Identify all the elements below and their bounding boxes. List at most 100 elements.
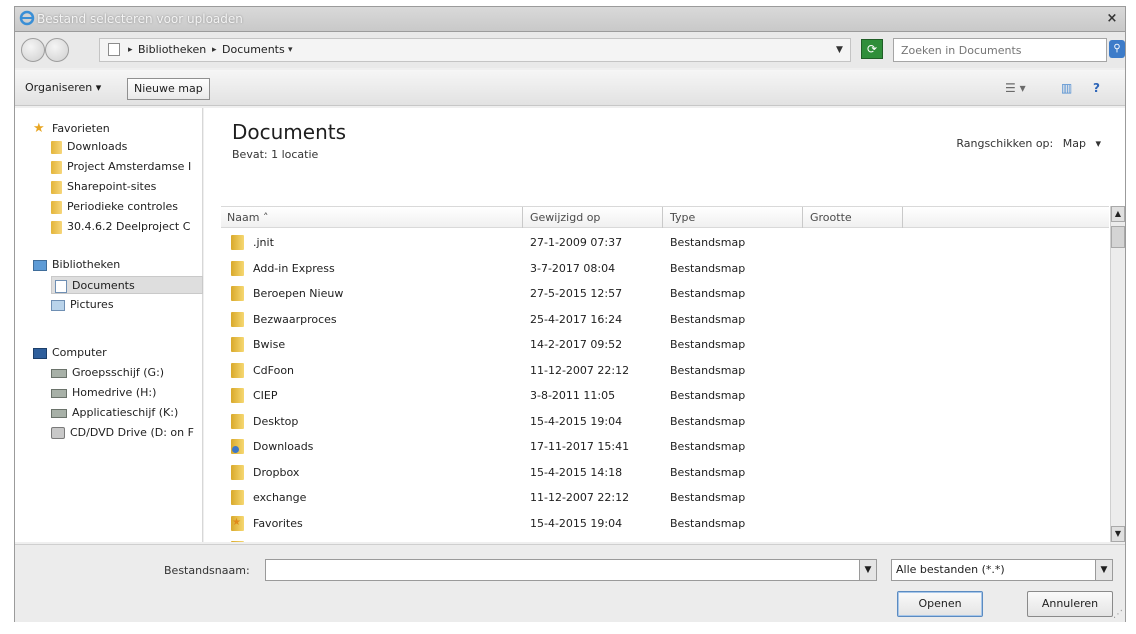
cancel-button[interactable]: Annuleren (1027, 591, 1113, 617)
file-type: Bestandsmap (670, 338, 746, 351)
sidebar-item-sharepoint-sites[interactable]: Sharepoint-sites (51, 178, 203, 196)
resize-grip-icon[interactable]: ⋰ (1113, 609, 1123, 620)
chevron-right-icon[interactable]: ▸ (212, 45, 217, 55)
column-divider[interactable] (902, 207, 903, 228)
title-bar: Bestand selecteren voor uploaden × (14, 6, 1126, 32)
table-row[interactable]: .jnit 27-1-2009 07:37 Bestandsmap (221, 230, 1109, 255)
network-drive-icon (51, 368, 67, 378)
file-modified: 25-4-2017 16:24 (530, 312, 623, 326)
file-name: Beroepen Nieuw (253, 287, 344, 300)
file-type: Bestandsmap (670, 363, 746, 377)
search-box[interactable] (893, 38, 1107, 62)
help-icon[interactable]: ? (1093, 81, 1100, 95)
address-history-dropdown-icon[interactable]: ▼ (836, 45, 843, 55)
table-row[interactable]: Downloads 17-11-2017 15:41 Bestandsmap (221, 434, 1109, 459)
table-row[interactable]: HJ13-11-2017 19:56Bestandsmap (221, 536, 1109, 542)
breadcrumb-libraries[interactable]: Bibliotheken (138, 43, 206, 56)
window-title: Bestand selecteren voor uploaden (37, 12, 243, 26)
sidebar-item-applicatieschijf[interactable]: Applicatieschijf (K:) (51, 404, 203, 422)
table-row[interactable]: Dropbox 15-4-2015 14:18 Bestandsmap (221, 460, 1109, 485)
dialog-body: ▸ Bibliotheken ▸ Documents ▾ ▼ ⟳ ⚲ Organ… (14, 32, 1126, 622)
file-modified: 17-11-2017 15:41 (530, 440, 630, 453)
close-icon[interactable]: × (1103, 10, 1121, 28)
table-row[interactable]: CIEP 3-8-2011 11:05 Bestandsmap (221, 383, 1109, 408)
column-divider[interactable] (522, 207, 523, 228)
sidebar-group-libraries[interactable]: Bibliotheken (33, 256, 201, 274)
folder-icon (231, 337, 244, 352)
file-type-filter[interactable]: Alle bestanden (*.*) ▼ (891, 559, 1113, 581)
forward-button[interactable] (45, 38, 69, 62)
filename-field[interactable] (265, 559, 877, 581)
organize-label: Organiseren (25, 81, 93, 94)
file-type: Bestandsmap (670, 465, 746, 479)
column-divider[interactable] (662, 207, 663, 228)
sidebar-group-computer[interactable]: Computer (33, 344, 201, 362)
address-bar[interactable]: ▸ Bibliotheken ▸ Documents ▾ ▼ (99, 38, 851, 62)
table-row[interactable]: exchange 11-12-2007 22:12 Bestandsmap (221, 485, 1109, 510)
file-modified: 11-12-2007 22:12 (530, 363, 630, 377)
scroll-up-icon[interactable]: ▲ (1111, 206, 1125, 222)
star-icon: ★ (33, 121, 45, 136)
sidebar-group-label: Bibliotheken (52, 258, 121, 271)
sidebar-item-cd-dvd-drive[interactable]: CD/DVD Drive (D: on F (51, 424, 203, 442)
table-row[interactable]: Beroepen Nieuw 27-5-2015 12:57 Bestandsmap (221, 281, 1109, 306)
sidebar-group-favorites[interactable]: ★ Favorieten (33, 120, 201, 138)
sidebar-group-label: Computer (52, 346, 107, 359)
documents-icon (55, 279, 67, 293)
folder-icon (51, 220, 62, 234)
sidebar-item-homedrive[interactable]: Homedrive (H:) (51, 384, 203, 402)
column-header: Naam ˄ Gewijzigd op Type Grootte (221, 206, 1109, 228)
back-button[interactable] (21, 38, 45, 62)
column-size[interactable]: Grootte (810, 211, 852, 224)
search-icon[interactable]: ⚲ (1109, 40, 1125, 58)
file-type: Bestandsmap (670, 261, 746, 275)
sidebar-item-documents[interactable]: Documents (51, 276, 203, 294)
sidebar-item-label: Periodieke controles (67, 200, 178, 213)
scroll-down-icon[interactable]: ▼ (1111, 526, 1125, 542)
column-name[interactable]: Naam ˄ (227, 211, 268, 224)
downloads-folder-icon (51, 140, 62, 154)
column-divider[interactable] (802, 207, 803, 228)
sidebar-item-periodieke-controles[interactable]: Periodieke controles (51, 198, 203, 216)
arrange-value[interactable]: Map (1063, 137, 1086, 150)
sidebar-item-label: Sharepoint-sites (67, 180, 157, 193)
folder-icon (51, 160, 62, 174)
network-drive-icon (51, 408, 67, 418)
sidebar-item-label: 30.4.6.2 Deelproject C (67, 220, 191, 233)
chevron-right-icon[interactable]: ▸ (128, 45, 133, 55)
sidebar-item-deelproject[interactable]: 30.4.6.2 Deelproject C (51, 218, 203, 236)
refresh-icon[interactable]: ⟳ (861, 39, 883, 59)
table-row[interactable]: Favorites 15-4-2015 19:04 Bestandsmap (221, 511, 1109, 536)
scroll-thumb[interactable] (1111, 226, 1125, 248)
chevron-down-icon[interactable]: ▾ (288, 45, 293, 55)
sidebar-item-downloads[interactable]: Downloads (51, 138, 203, 156)
new-folder-button[interactable]: Nieuwe map (127, 78, 210, 100)
open-button[interactable]: Openen (897, 591, 983, 617)
sidebar-item-groepsschijf[interactable]: Groepsschijf (G:) (51, 364, 203, 382)
organize-button[interactable]: Organiseren ▾ (19, 78, 107, 100)
table-row[interactable]: CdFoon 11-12-2007 22:12 Bestandsmap (221, 358, 1109, 383)
column-modified[interactable]: Gewijzigd op (530, 211, 600, 224)
filename-dropdown-icon[interactable]: ▼ (859, 560, 876, 580)
table-row[interactable]: Add-in Express 3-7-2017 08:04 Bestandsmap (221, 256, 1109, 281)
vertical-scrollbar[interactable]: ▲ ▼ (1110, 206, 1125, 542)
chevron-down-icon[interactable]: ▾ (1095, 137, 1101, 150)
file-name: Bwise (253, 338, 286, 351)
ie-icon (19, 10, 35, 26)
view-options-icon[interactable]: ☰ ▾ (1005, 81, 1026, 95)
table-row[interactable]: Bezwaarproces 25-4-2017 16:24 Bestandsmap (221, 307, 1109, 332)
file-modified: 15-4-2015 14:18 (530, 465, 623, 479)
search-input[interactable] (894, 39, 1106, 61)
column-type[interactable]: Type (670, 211, 695, 224)
sidebar-item-pictures[interactable]: Pictures (51, 296, 203, 314)
command-bar: Organiseren ▾ Nieuwe map ☰ ▾ ▥ ? (15, 70, 1125, 106)
arrange-by[interactable]: Rangschikken op: Map ▾ (956, 137, 1101, 150)
sidebar-item-project-amsterdamse[interactable]: Project Amsterdamse I (51, 158, 203, 176)
file-type: Bestandsmap (670, 414, 746, 428)
breadcrumb-documents[interactable]: Documents (222, 43, 285, 56)
preview-pane-icon[interactable]: ▥ (1061, 81, 1072, 95)
table-row[interactable]: Bwise 14-2-2017 09:52 Bestandsmap (221, 332, 1109, 357)
table-row[interactable]: Desktop 15-4-2015 19:04 Bestandsmap (221, 409, 1109, 434)
chevron-down-icon[interactable]: ▼ (1095, 560, 1112, 580)
folder-icon (231, 541, 244, 542)
